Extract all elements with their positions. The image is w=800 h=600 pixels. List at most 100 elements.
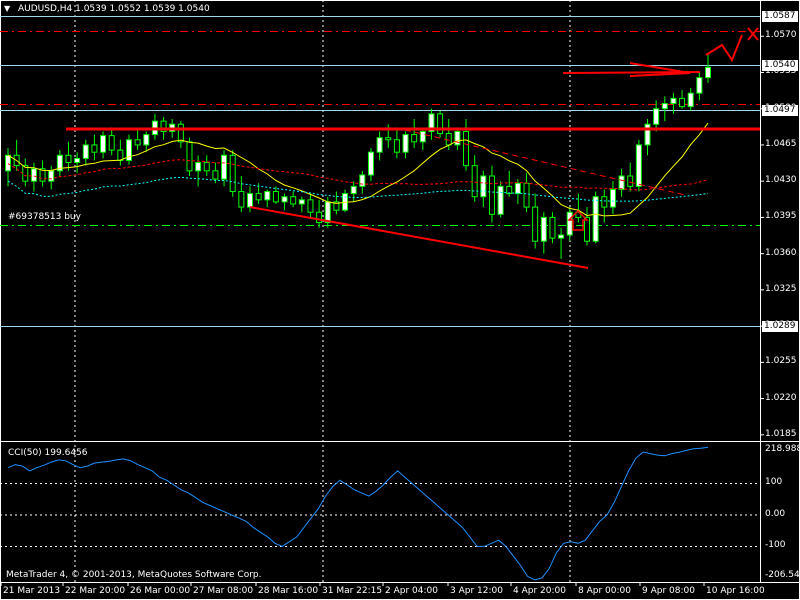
time-tick-label: 3 Apr 12:00 <box>450 586 503 596</box>
candle-body <box>74 157 81 164</box>
candle-body <box>584 216 591 242</box>
price-tick-label: 1.0325 <box>765 283 797 294</box>
time-tick-label: 22 Mar 20:00 <box>65 586 126 596</box>
candle-body <box>635 144 642 187</box>
time-tick-label: 21 Mar 2013 <box>3 586 61 596</box>
candle-body <box>324 201 331 224</box>
candle-body <box>670 97 677 105</box>
price-label-top: 1.0587 <box>762 11 798 22</box>
candle-body <box>316 211 323 224</box>
candle-body <box>143 134 150 146</box>
candle-body <box>540 216 547 242</box>
candle-body <box>523 182 530 208</box>
price-chart[interactable] <box>0 0 800 600</box>
copyright-text: MetaTrader 4, © 2001-2013, MetaQuotes So… <box>6 570 262 580</box>
candle-body <box>255 193 262 201</box>
cci-tick-label: 0.00 <box>765 508 786 519</box>
time-tick-label: 31 Mar 22:15 <box>322 586 383 596</box>
candle-body <box>558 234 565 239</box>
indicator-title: CCI(50) 199.6456 <box>8 448 88 458</box>
candle-body <box>48 170 55 182</box>
candle-body <box>687 92 694 108</box>
candle-body <box>203 162 210 172</box>
candle-body <box>514 182 521 195</box>
chart-frame <box>0 0 800 600</box>
time-tick-label: 2 Apr 04:00 <box>385 586 438 596</box>
candle-body <box>488 175 495 215</box>
candle-body <box>91 144 98 153</box>
candle-body <box>705 66 711 79</box>
candle-body <box>437 113 444 135</box>
candle-body <box>212 170 219 180</box>
candle-body <box>307 199 314 213</box>
candle-body <box>177 123 184 143</box>
price-tick-label: 1.0430 <box>765 175 797 186</box>
candle-body <box>402 134 409 153</box>
time-tick-label: 26 Mar 00:00 <box>130 586 191 596</box>
candle-body <box>566 211 573 236</box>
price-label-resistance: 1.0497 <box>762 105 798 116</box>
candle-body <box>532 206 539 242</box>
entry-arrow-head <box>629 62 691 77</box>
candle-body <box>65 154 72 164</box>
candle-body <box>601 196 608 208</box>
candle-body <box>229 154 236 193</box>
price-tick-label: 1.0185 <box>765 428 797 439</box>
time-tick-label: 4 Apr 20:00 <box>513 586 566 596</box>
candle-body <box>393 139 400 153</box>
candle-body <box>592 196 599 242</box>
candle-body <box>221 154 228 180</box>
candle-body <box>272 191 279 203</box>
price-tick-label: 1.0395 <box>765 211 797 222</box>
candle-body <box>609 188 616 208</box>
candle-body <box>661 103 668 110</box>
price-label-current: 1.0540 <box>762 60 798 71</box>
cci-tick-label: -100 <box>765 540 786 551</box>
cci-line <box>7 446 709 581</box>
candle-body <box>385 137 392 141</box>
cci-tick-label: -206.5484 <box>765 570 800 580</box>
cci-tick-label: 100 <box>765 477 783 488</box>
candle-body <box>359 174 366 187</box>
candle-body <box>186 141 193 172</box>
candle-body <box>367 151 374 176</box>
candle-body <box>471 165 478 198</box>
candle-body <box>290 196 297 205</box>
candle-body <box>679 97 686 108</box>
candle-body <box>627 175 634 187</box>
candle-body <box>100 135 107 153</box>
candle-body <box>419 130 426 143</box>
time-tick-label: 10 Apr 16:00 <box>706 586 765 596</box>
candle-body <box>281 196 288 203</box>
candle-body <box>82 144 89 159</box>
time-tick-label: 9 Apr 08:00 <box>642 586 695 596</box>
candle-body <box>195 162 202 172</box>
candle-body <box>618 175 625 190</box>
candle-body <box>238 191 245 208</box>
time-tick-label: 27 Mar 08:00 <box>193 586 254 596</box>
candle-body <box>376 137 383 153</box>
candle-body <box>30 168 37 182</box>
candle-body <box>108 135 115 151</box>
candle-body <box>644 123 651 146</box>
time-tick-label: 8 Apr 00:00 <box>578 586 631 596</box>
candle-body <box>696 77 703 94</box>
candle-body <box>246 193 253 208</box>
projection-zigzag <box>705 34 743 63</box>
candle-body <box>549 216 556 239</box>
candle-body <box>134 139 141 146</box>
time-tick-label: 28 Mar 16:00 <box>258 586 319 596</box>
cci-tick-label: 218.9882 <box>765 444 800 454</box>
ma-slow-line <box>7 159 709 191</box>
candle-body <box>298 199 305 205</box>
order-label[interactable]: #69378513 buy <box>8 212 81 222</box>
candle-body <box>350 185 357 195</box>
candle-body <box>411 134 418 143</box>
chart-menu-icon[interactable]: ▼ <box>4 4 10 13</box>
candle-body <box>22 165 29 182</box>
price-tick-label: 1.0465 <box>765 138 797 149</box>
price-label-bottom: 1.0289 <box>762 321 798 332</box>
candle-body <box>480 175 487 198</box>
candle-body <box>653 108 660 125</box>
candle-body <box>463 130 470 167</box>
